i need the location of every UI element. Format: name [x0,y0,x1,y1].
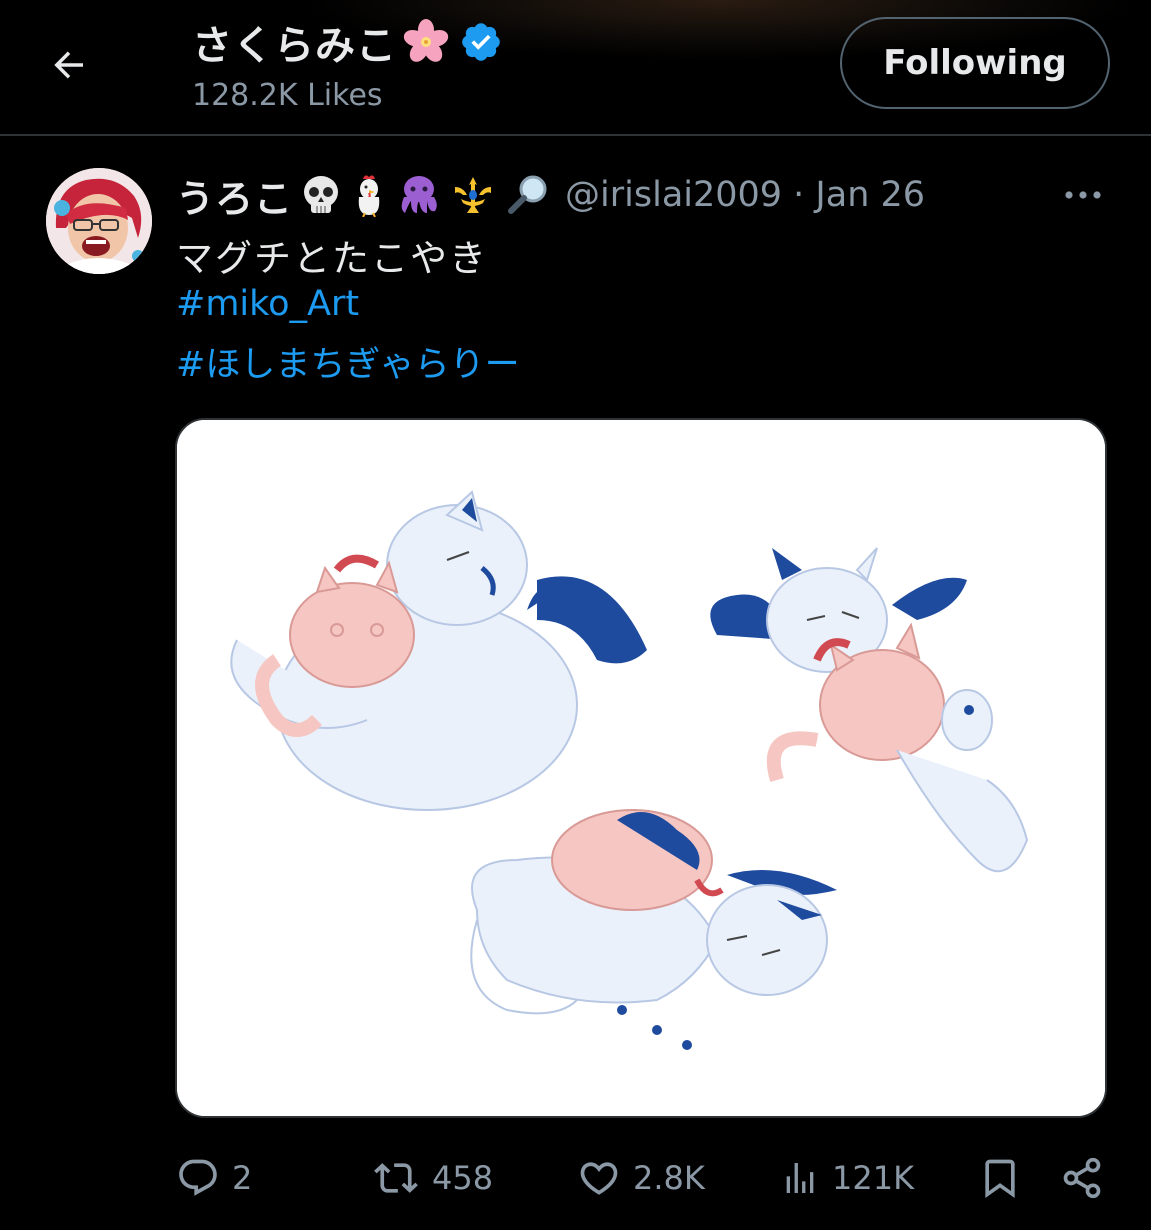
author-name[interactable]: うろこ [176,168,293,223]
magnifier-icon [503,173,551,217]
bookmark-button[interactable] [978,1150,1022,1206]
reply-button[interactable]: 2 [176,1150,252,1206]
profile-name: さくらみこ [192,23,397,69]
verified-badge-icon [459,20,503,64]
like-button[interactable]: 2.8K [577,1150,705,1206]
reply-count: 2 [232,1159,253,1197]
following-button[interactable]: Following [840,17,1110,109]
top-bar: さくらみこ 128.2K Likes Following [0,0,1151,136]
repost-button[interactable]: 458 [372,1150,493,1206]
chicken-icon [349,173,389,217]
likes-count: 128.2K Likes [192,78,383,113]
more-options-button[interactable] [1060,180,1106,210]
like-count: 2.8K [633,1159,705,1197]
views-button[interactable]: 121K [780,1150,914,1206]
analytics-icon [786,1163,814,1193]
views-count: 121K [832,1159,915,1197]
tweet-image[interactable] [175,418,1107,1118]
more-horizontal-icon [1065,191,1101,199]
repost-count: 458 [432,1159,494,1197]
handle-and-date[interactable]: @irislai2009 · Jan 26 [565,175,925,215]
repost-icon [374,1163,418,1193]
bookmark-icon [985,1159,1015,1199]
trident-icon [449,173,497,217]
tweet-header: うろこ @irislai2009 · Jan 26 [176,168,925,223]
octopus-icon [395,173,443,217]
tweet-action-bar: 2 458 2.8K 121K [0,1150,1151,1206]
share-icon [1063,1157,1101,1199]
hashtag-link-miko-art[interactable]: #miko_Art [176,284,359,324]
back-button[interactable] [44,40,94,90]
share-button[interactable] [1060,1150,1104,1206]
heart-icon [580,1162,618,1195]
reply-icon [179,1159,217,1196]
sakura-icon [401,17,451,67]
avatar[interactable] [46,168,152,274]
skull-icon [299,173,343,217]
hashtag-link-hoshimachi-gallery[interactable]: #ほしまちぎゃらりー [176,336,520,387]
tweet-text: マグチとたこやき [176,237,488,280]
profile-title-row: さくらみこ [192,14,503,70]
arrow-left-icon [54,51,83,79]
